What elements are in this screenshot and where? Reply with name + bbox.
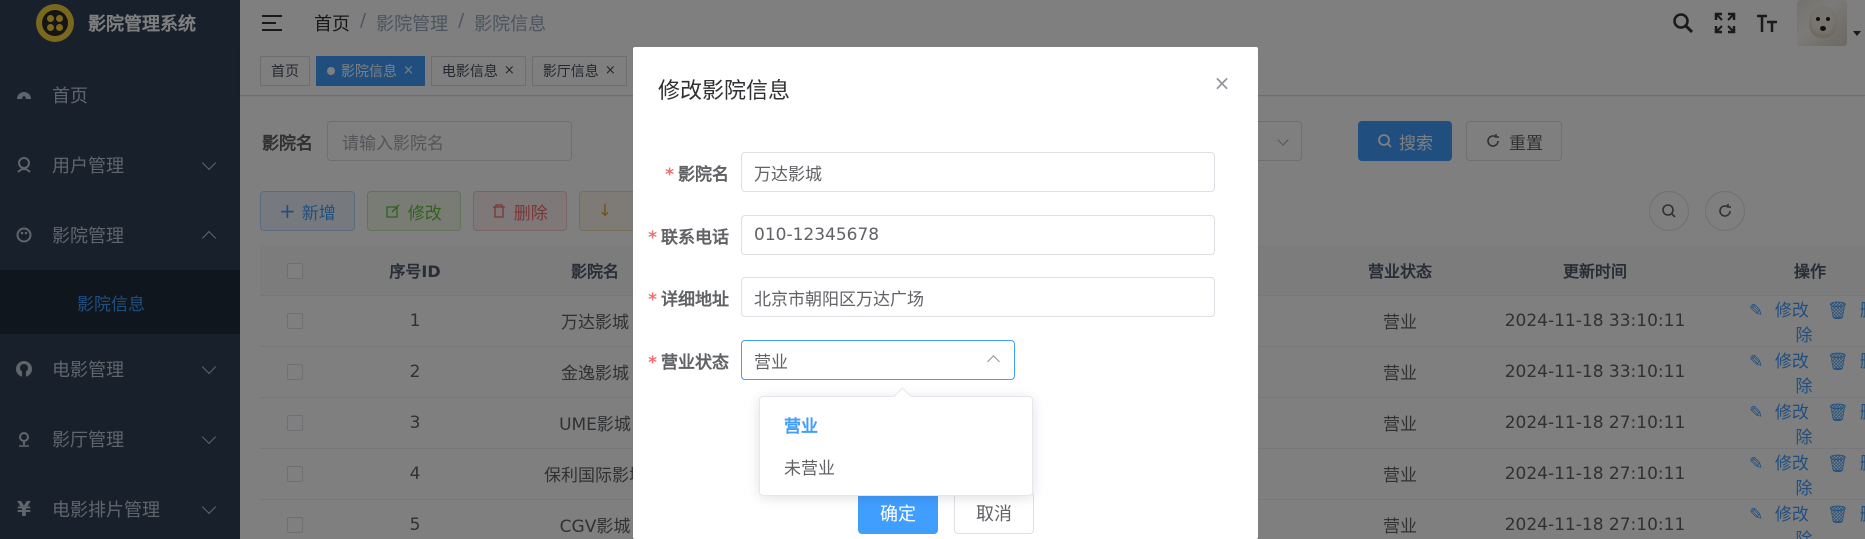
chevron-up-icon [987,355,1000,368]
status-select-value: 营业 [754,352,788,373]
option-open[interactable]: 营业 [760,403,1032,445]
address-label: * 详细地址 [648,289,729,310]
form-row-phone: * 联系电话 010-12345678 [633,215,1258,255]
status-select[interactable]: 营业 [741,340,1015,380]
confirm-button[interactable]: 确定 [858,492,938,534]
form-row-address: * 详细地址 北京市朝阳区万达广场 [633,277,1258,317]
status-dropdown: 营业 未营业 [759,396,1033,496]
close-icon[interactable]: × [1212,73,1232,93]
name-field[interactable]: 万达影城 [741,152,1215,192]
phone-field[interactable]: 010-12345678 [741,215,1215,255]
phone-label: * 联系电话 [648,227,729,248]
form-row-name: * 影院名 万达影城 [633,152,1258,192]
dialog-title: 修改影院信息 [658,79,791,104]
form-row-status: * 营业状态 营业 [633,340,1258,380]
status-label: * 营业状态 [648,352,729,373]
cancel-button[interactable]: 取消 [954,492,1034,534]
address-field[interactable]: 北京市朝阳区万达广场 [741,277,1215,317]
name-label: * 影院名 [665,164,729,185]
option-closed[interactable]: 未营业 [760,445,1032,487]
